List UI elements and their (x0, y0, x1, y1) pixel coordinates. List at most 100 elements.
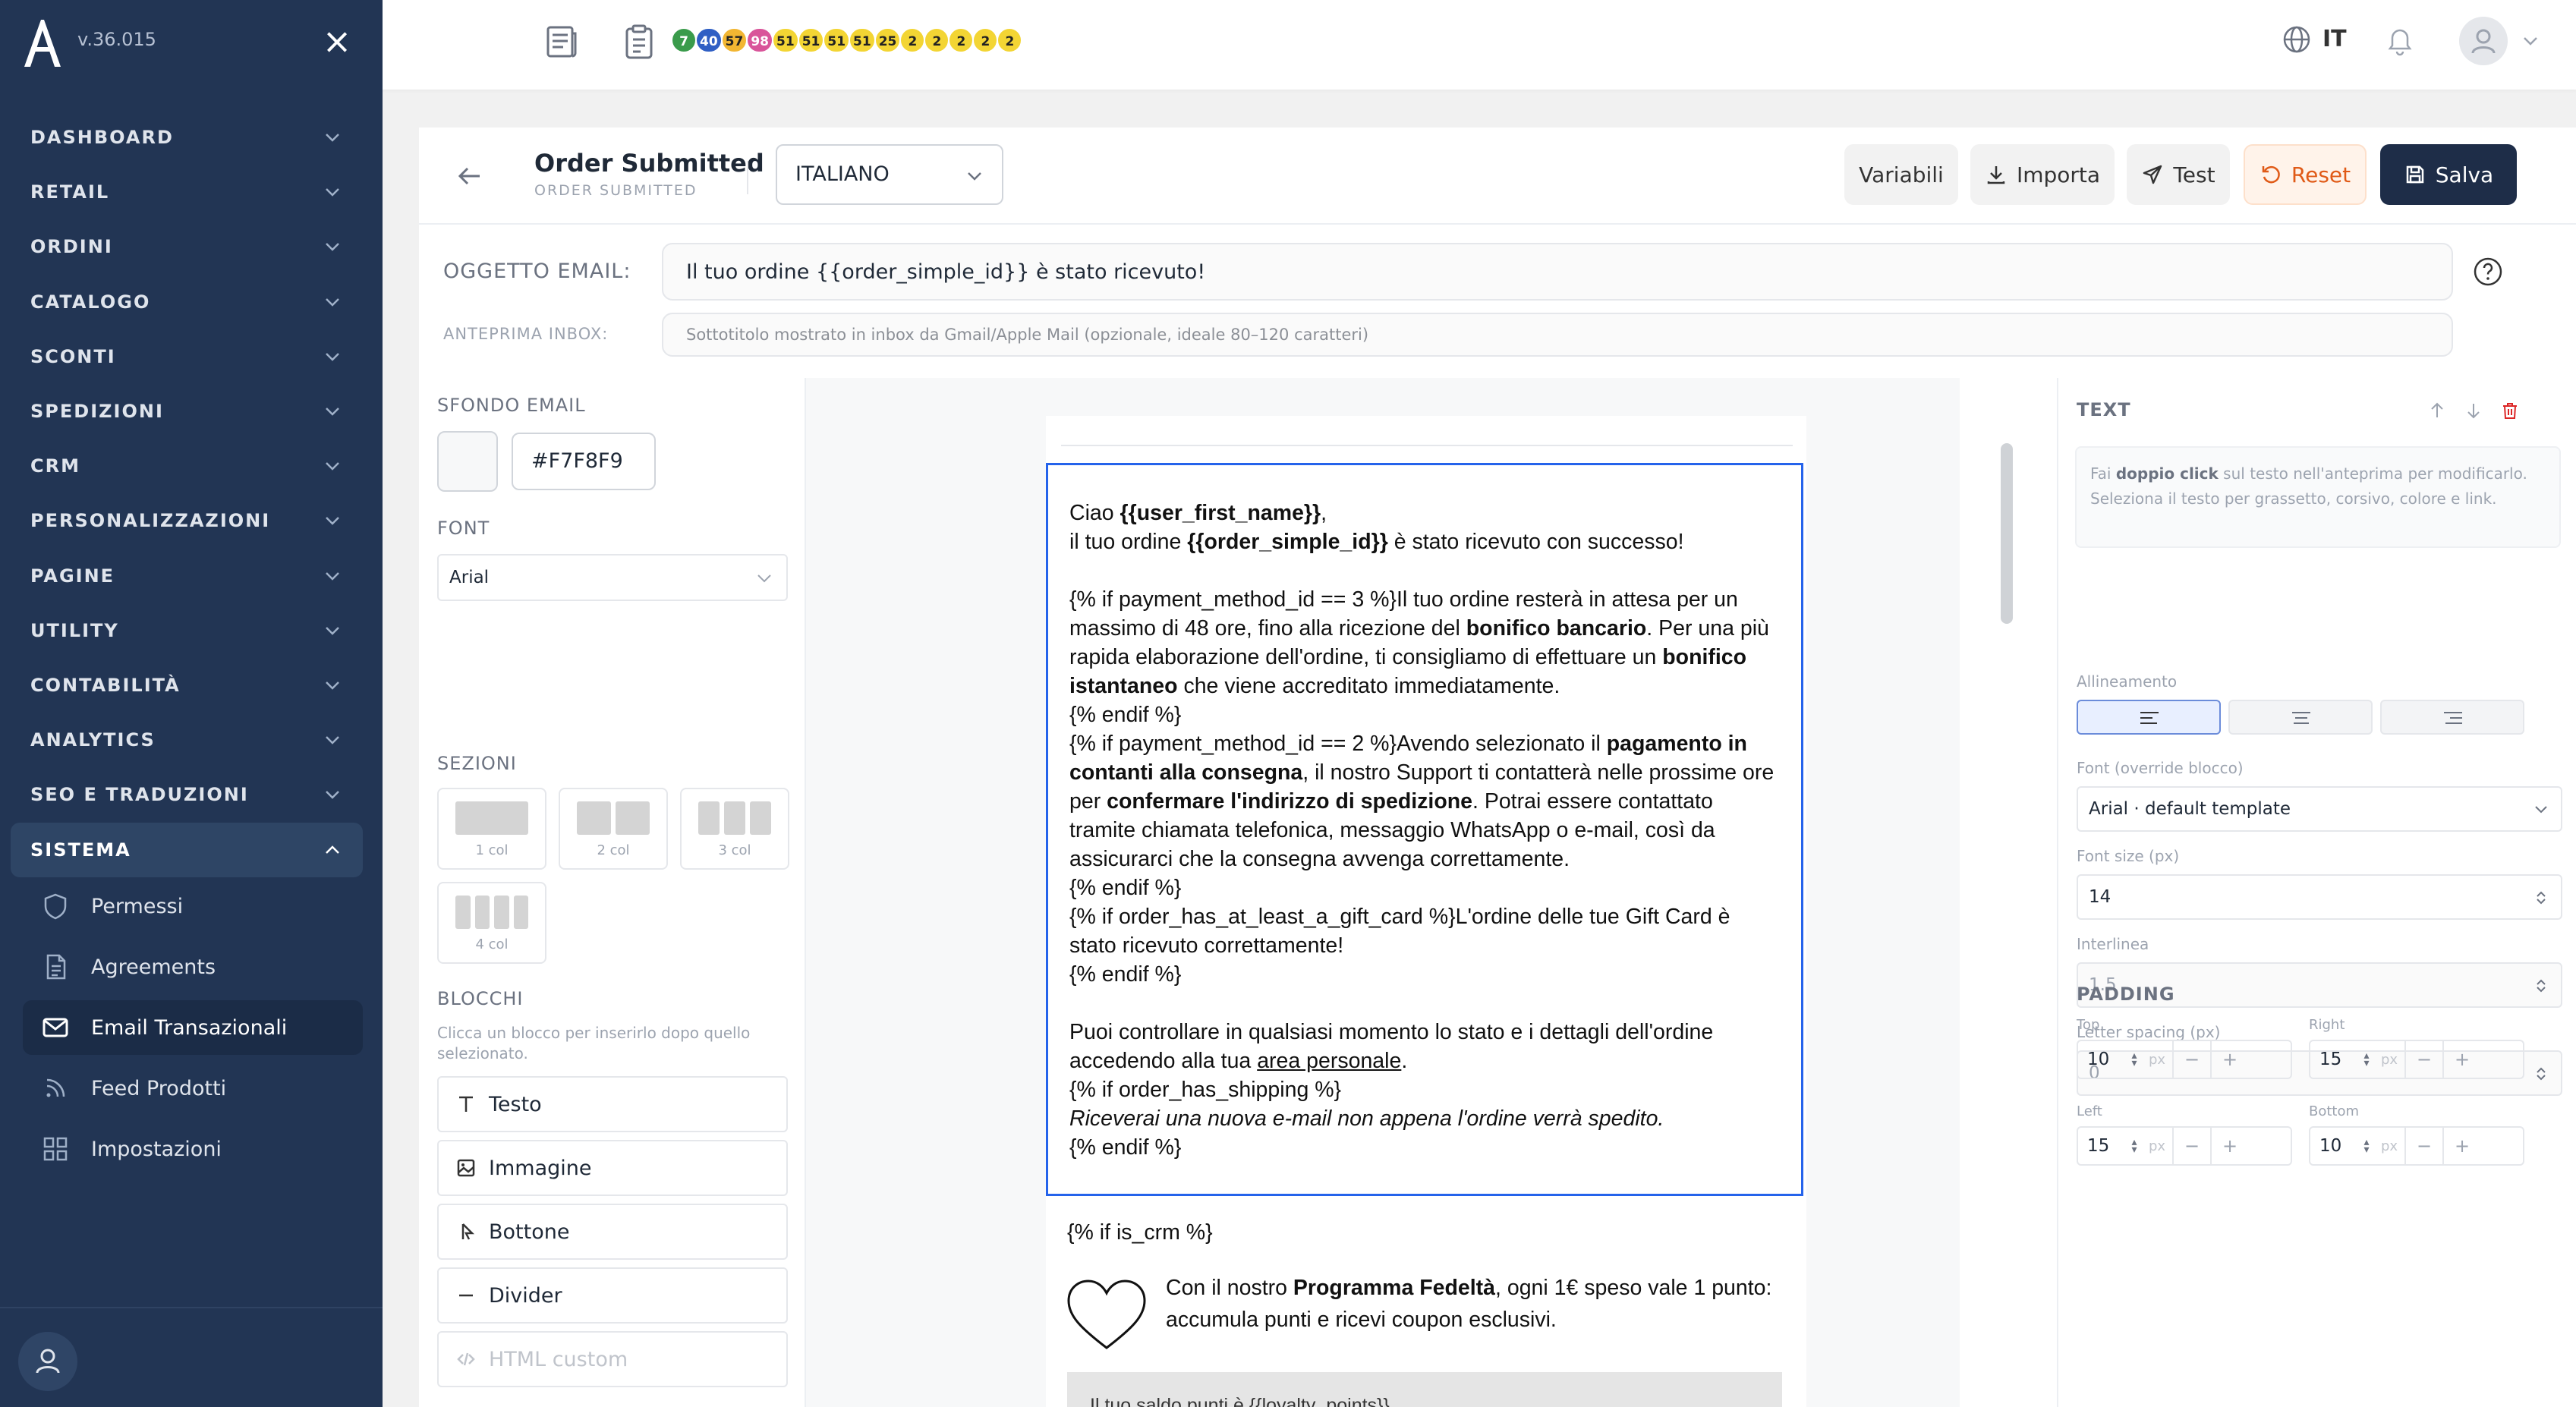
decrement-button[interactable]: − (2172, 1128, 2210, 1164)
close-sidebar-icon[interactable]: × (319, 23, 355, 59)
sidebar-item-sistema[interactable]: SISTEMA (11, 822, 363, 877)
button-block-button[interactable]: Bottone (437, 1204, 788, 1260)
background-hex-input[interactable]: #F7F8F9 (512, 433, 656, 490)
user-profile-button[interactable] (18, 1332, 77, 1391)
padding-top-input[interactable]: 10 ▴ ▾ px − + (2077, 1040, 2292, 1079)
preview-scrollbar[interactable] (2001, 443, 2013, 624)
email-background-label: SFONDO EMAIL (437, 395, 586, 416)
padding-label: PADDING (2077, 984, 2175, 1005)
sidebar-item-pagine[interactable]: PAGINE (0, 549, 383, 603)
sidebar-item-sconti[interactable]: SCONTI (0, 329, 383, 384)
font-select[interactable]: Arial (437, 554, 788, 601)
notification-badge[interactable]: 40 (695, 27, 723, 53)
personal-area-link[interactable]: area personale (1257, 1049, 1401, 1073)
sidebar-item-crm[interactable]: CRM (0, 439, 383, 493)
align-right-button[interactable] (2380, 700, 2524, 735)
layout-3-col-card[interactable]: 3 col (680, 788, 789, 870)
font-size-input[interactable]: 14 (2077, 874, 2562, 920)
shipping-notice: Riceverai una nuova e-mail non appena l'… (1069, 1106, 1664, 1131)
html-custom-block-button[interactable]: HTML custom (437, 1331, 788, 1387)
notification-badge[interactable]: 51 (849, 27, 876, 53)
notification-badge[interactable]: 2 (972, 27, 999, 53)
app-logo-icon[interactable] (21, 17, 64, 68)
variables-button[interactable]: Variabili (1844, 144, 1958, 205)
language-select[interactable]: ITALIANO (776, 144, 1003, 205)
variables-button-label: Variabili (1859, 162, 1944, 187)
globe-icon[interactable] (2282, 24, 2312, 55)
increment-button[interactable]: + (2210, 1128, 2248, 1164)
notification-badge[interactable]: 51 (772, 27, 799, 53)
test-button[interactable]: Test (2127, 144, 2230, 205)
sidebar-item-dashboard[interactable]: DASHBOARD (0, 110, 383, 165)
padding-right-input[interactable]: 15 ▴ ▾ px − + (2309, 1040, 2524, 1079)
save-button[interactable]: Salva (2380, 144, 2517, 205)
language-code[interactable]: IT (2322, 26, 2347, 52)
notification-badge[interactable]: 98 (746, 27, 774, 53)
divider-block-button[interactable]: Divider (437, 1267, 788, 1324)
increment-button[interactable]: + (2442, 1041, 2480, 1078)
notification-badge[interactable]: 2 (924, 27, 950, 53)
align-left-button[interactable] (2077, 700, 2221, 735)
news-icon[interactable] (540, 20, 583, 62)
layout-4-col-card[interactable]: 4 col (437, 882, 546, 964)
notification-badge[interactable]: 7 (671, 27, 697, 53)
sidebar-item-label: ANALYTICS (30, 729, 156, 751)
background-color-swatch[interactable] (437, 431, 498, 492)
sidebar-item-personalizzazioni[interactable]: PERSONALIZZAZIONI (0, 493, 383, 548)
sidebar-item-retail[interactable]: RETAIL (0, 165, 383, 219)
decrement-button[interactable]: − (2404, 1128, 2442, 1164)
layout-2-col-card[interactable]: 2 col (559, 788, 668, 870)
sidebar-item-permessi[interactable]: Permessi (23, 879, 363, 933)
font-label: FONT (437, 518, 490, 539)
inbox-preview-input[interactable]: Sottotitolo mostrato in inbox da Gmail/A… (662, 313, 2453, 357)
sidebar-item-analytics[interactable]: ANALYTICS (0, 713, 383, 767)
sidebar-item-email-transazionali[interactable]: Email Transazionali (23, 1000, 363, 1055)
layout-1-col-card[interactable]: 1 col (437, 788, 546, 870)
avatar[interactable] (2459, 17, 2508, 65)
trash-icon[interactable] (2500, 401, 2520, 420)
notification-badges: 7 40 57 98 51 51 51 51 25 2 2 2 2 2 (671, 27, 1023, 55)
sidebar-item-spedizioni[interactable]: SPEDIZIONI (0, 384, 383, 439)
reset-button[interactable]: Reset (2244, 144, 2367, 205)
help-icon[interactable] (2473, 257, 2503, 287)
chevron-down-icon[interactable] (2521, 33, 2540, 49)
block-button-label: Testo (489, 1092, 542, 1116)
chevron-down-icon (326, 791, 339, 800)
clipboard-icon[interactable] (618, 20, 660, 62)
increment-button[interactable]: + (2210, 1041, 2248, 1078)
arrow-up-icon[interactable] (2427, 401, 2447, 420)
sidebar-item-seo-e-traduzioni[interactable]: SEO E TRADUZIONI (0, 767, 383, 822)
back-arrow-icon[interactable] (454, 161, 484, 191)
notification-badge[interactable]: 51 (797, 27, 825, 53)
sidebar-item-impostazioni[interactable]: Impostazioni (23, 1122, 363, 1176)
increment-button[interactable]: + (2442, 1128, 2480, 1164)
bell-icon[interactable] (2383, 23, 2417, 56)
sidebar-item-label: Feed Prodotti (91, 1076, 227, 1100)
font-override-select[interactable]: Arial · default template (2077, 786, 2562, 832)
decrement-button[interactable]: − (2172, 1041, 2210, 1078)
notification-badge[interactable]: 2 (948, 27, 975, 53)
subject-input[interactable]: Il tuo ordine {{order_simple_id}} è stat… (662, 243, 2453, 301)
sidebar-item-ordini[interactable]: ORDINI (0, 219, 383, 274)
text-block-button[interactable]: Testo (437, 1076, 788, 1132)
notification-badge[interactable]: 2 (997, 27, 1023, 53)
notification-badge[interactable]: 51 (823, 27, 851, 53)
selected-text-block[interactable]: Ciao {{user_first_name}}, il tuo ordine … (1046, 463, 1803, 1196)
sidebar-item-feed-prodotti[interactable]: Feed Prodotti (23, 1061, 363, 1116)
notification-badge[interactable]: 25 (874, 27, 902, 53)
padding-bottom-input[interactable]: 10 ▴ ▾ px − + (2309, 1126, 2524, 1166)
image-block-button[interactable]: Immagine (437, 1140, 788, 1196)
notification-badge[interactable]: 57 (720, 27, 748, 53)
padding-left-input[interactable]: 15 ▴ ▾ px − + (2077, 1126, 2292, 1166)
sidebar-item-agreements[interactable]: Agreements (23, 940, 363, 994)
notification-badge[interactable]: 2 (899, 27, 926, 53)
sidebar-item-utility[interactable]: UTILITY (0, 603, 383, 658)
arrow-down-icon[interactable] (2464, 401, 2483, 420)
import-button[interactable]: Importa (1970, 144, 2115, 205)
sidebar-item-catalogo[interactable]: CATALOGO (0, 275, 383, 329)
decrement-button[interactable]: − (2404, 1041, 2442, 1078)
editor-header: Order Submitted ORDER SUBMITTED ITALIANO… (419, 127, 2576, 225)
sidebar-item-contabilit-[interactable]: CONTABILITÀ (0, 658, 383, 713)
align-center-button[interactable] (2228, 700, 2373, 735)
align-center-icon (2292, 712, 2310, 724)
